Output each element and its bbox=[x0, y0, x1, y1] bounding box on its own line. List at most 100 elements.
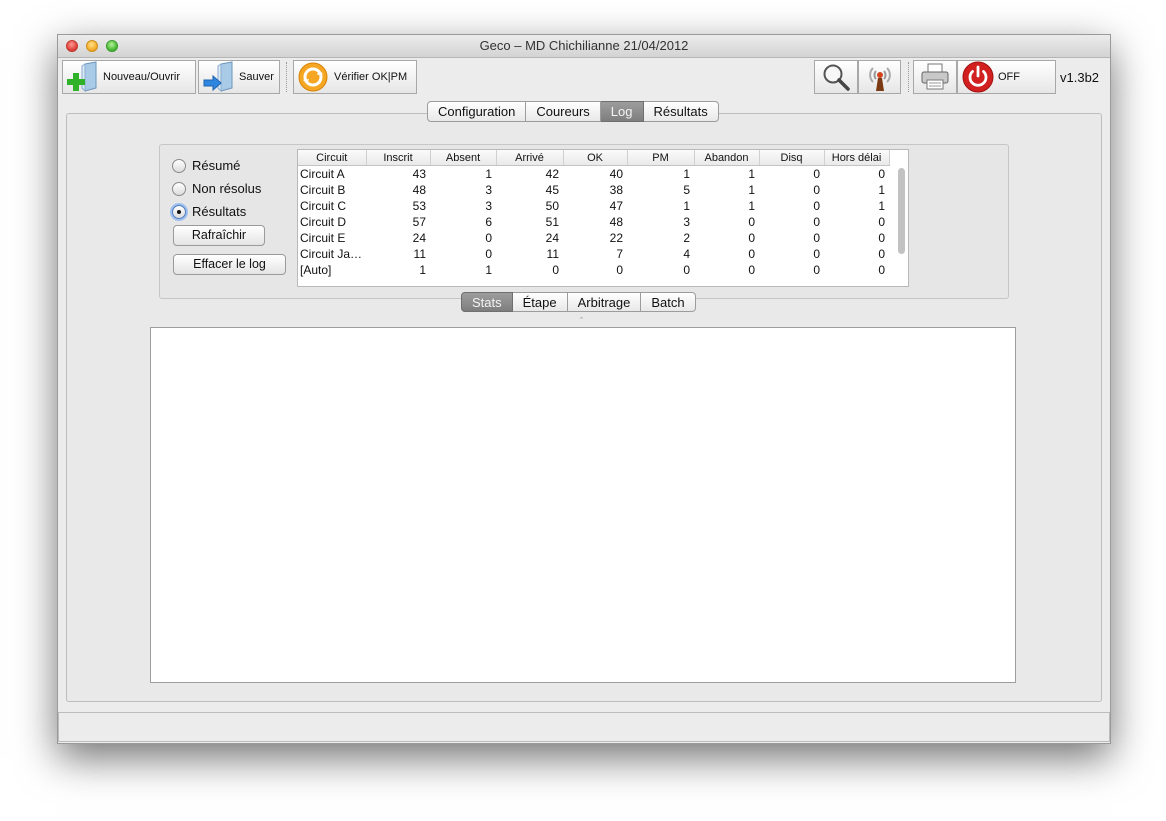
tab-configuration[interactable]: Configuration bbox=[427, 101, 527, 122]
radio-results[interactable]: Résultats bbox=[172, 204, 246, 219]
tab-results[interactable]: Résultats bbox=[643, 101, 719, 122]
table-cell: 0 bbox=[616, 263, 624, 277]
verify-button[interactable]: Vérifier OK|PM bbox=[293, 60, 417, 94]
table-cell: 0 bbox=[813, 167, 821, 181]
tab-arbitration[interactable]: Arbitrage bbox=[567, 292, 642, 312]
table-cell: 1 bbox=[748, 167, 756, 181]
table-cell: 24 bbox=[412, 231, 427, 245]
verify-label: Vérifier OK|PM bbox=[334, 71, 408, 83]
radio-summary-label: Résumé bbox=[192, 158, 241, 173]
column-header[interactable]: Inscrit bbox=[366, 150, 431, 166]
table-row[interactable]: Circuit Ja… 11 0 11 7 4 0 0 0 bbox=[298, 246, 889, 262]
table-cell: 40 bbox=[609, 167, 624, 181]
column-header[interactable]: Arrivé bbox=[496, 150, 564, 166]
toolbar-separator bbox=[286, 62, 287, 92]
table-cell: 0 bbox=[485, 247, 493, 261]
clear-log-button[interactable]: Effacer le log bbox=[173, 254, 286, 275]
radio-unresolved-label: Non résolus bbox=[192, 181, 262, 196]
column-header[interactable]: Circuit bbox=[298, 150, 367, 166]
table-cell: 1 bbox=[485, 263, 493, 277]
column-header[interactable]: PM bbox=[627, 150, 695, 166]
column-header[interactable]: Absent bbox=[430, 150, 497, 166]
table-cell: 0 bbox=[878, 215, 886, 229]
table-cell: 0 bbox=[748, 263, 756, 277]
table-cell: 53 bbox=[412, 199, 427, 213]
radio-button[interactable] bbox=[172, 158, 186, 173]
save-document-icon bbox=[203, 61, 233, 93]
tab-stage[interactable]: Étape bbox=[512, 292, 568, 312]
table-cell: 2 bbox=[683, 231, 691, 245]
column-header[interactable]: Abandon bbox=[694, 150, 760, 166]
table-cell: 0 bbox=[552, 263, 560, 277]
tab-log[interactable]: Log bbox=[600, 101, 644, 122]
toolbar: Nouveau/Ouvrir Sauver Vérifier OK|PM OFF… bbox=[58, 58, 1110, 98]
table-cell: 0 bbox=[813, 215, 821, 229]
table-cell: 48 bbox=[609, 215, 624, 229]
table-cell: 48 bbox=[412, 183, 427, 197]
refresh-button[interactable]: Rafraîchir bbox=[173, 225, 265, 246]
printer-icon bbox=[921, 63, 949, 90]
log-text-area[interactable] bbox=[150, 327, 1016, 683]
table-cell: 1 bbox=[683, 167, 691, 181]
table-cell: 42 bbox=[545, 167, 560, 181]
power-toggle-button[interactable]: OFF bbox=[957, 60, 1056, 94]
radio-button[interactable] bbox=[172, 181, 186, 196]
table-cell: 0 bbox=[813, 263, 821, 277]
tab-runners[interactable]: Coureurs bbox=[526, 101, 601, 122]
stats-table: Circuit Inscrit Absent Arrivé OK PM Abandon Dis… bbox=[298, 150, 890, 278]
print-button[interactable] bbox=[913, 60, 957, 94]
table-scrollbar[interactable] bbox=[898, 168, 905, 254]
column-header[interactable]: OK bbox=[563, 150, 628, 166]
window-title: Geco – MD Chichilianne 21/04/2012 bbox=[479, 38, 689, 53]
table-cell: 7 bbox=[616, 247, 624, 261]
table-row[interactable]: Circuit C 53 3 50 47 1 1 0 1 bbox=[298, 198, 889, 214]
column-header[interactable]: Disq bbox=[759, 150, 825, 166]
table-cell: 3 bbox=[485, 183, 493, 197]
table-cell: 1 bbox=[419, 263, 427, 277]
table-cell: 0 bbox=[813, 199, 821, 213]
circuit-name-cell: Circuit Ja… bbox=[300, 247, 363, 261]
table-cell: 11 bbox=[546, 247, 560, 261]
stats-table-container[interactable]: Circuit Inscrit Absent Arrivé OK PM Abandon Dis… bbox=[297, 149, 909, 287]
table-cell: 0 bbox=[748, 215, 756, 229]
table-cell: 0 bbox=[813, 231, 821, 245]
tab-stats[interactable]: Stats bbox=[461, 292, 513, 312]
circuit-name-cell: Circuit C bbox=[300, 199, 347, 213]
circuit-name-cell: Circuit D bbox=[300, 215, 347, 229]
circuit-name-cell: Circuit B bbox=[300, 183, 346, 197]
table-cell: 0 bbox=[813, 183, 821, 197]
split-pane-grip[interactable]: ˆ bbox=[580, 316, 583, 326]
table-cell: 45 bbox=[545, 183, 560, 197]
table-cell: 1 bbox=[748, 183, 756, 197]
save-button[interactable]: Sauver bbox=[198, 60, 280, 94]
power-label: OFF bbox=[998, 71, 1020, 83]
station-button[interactable] bbox=[858, 60, 901, 94]
table-row[interactable]: Circuit D 57 6 51 48 3 0 0 0 bbox=[298, 214, 889, 230]
table-row[interactable]: Circuit B 48 3 45 38 5 1 0 1 bbox=[298, 182, 889, 198]
main-tab-bar: Configuration Coureurs Log Résultats bbox=[427, 101, 719, 122]
column-header[interactable]: Hors délai bbox=[824, 150, 890, 166]
table-cell: 0 bbox=[878, 231, 886, 245]
table-cell: 0 bbox=[878, 263, 886, 277]
toolbar-separator bbox=[908, 62, 909, 92]
sub-tab-bar: Stats Étape Arbitrage Batch bbox=[461, 292, 696, 312]
radio-button-checked[interactable] bbox=[172, 204, 186, 219]
app-window: Geco – MD Chichilianne 21/04/2012 Nouvea… bbox=[57, 34, 1111, 744]
table-cell: 0 bbox=[878, 247, 886, 261]
table-cell: 51 bbox=[545, 215, 560, 229]
power-icon bbox=[962, 61, 994, 93]
circuit-name-cell: Circuit A bbox=[300, 167, 345, 181]
table-row[interactable]: [Auto] 1 1 0 0 0 0 0 0 bbox=[298, 262, 889, 278]
new-open-button[interactable]: Nouveau/Ouvrir bbox=[62, 60, 196, 94]
table-cell: 0 bbox=[748, 231, 756, 245]
version-label: v1.3b2 bbox=[1060, 70, 1100, 85]
search-button[interactable] bbox=[814, 60, 858, 94]
table-row[interactable]: Circuit E 24 0 24 22 2 0 0 0 bbox=[298, 230, 889, 246]
radio-summary[interactable]: Résumé bbox=[172, 158, 240, 173]
circuit-name-cell: Circuit E bbox=[300, 231, 346, 245]
antenna-icon bbox=[868, 67, 891, 91]
table-cell: 0 bbox=[748, 247, 756, 261]
table-row[interactable]: Circuit A 43 1 42 40 1 1 0 0 bbox=[298, 166, 889, 183]
tab-batch[interactable]: Batch bbox=[641, 292, 696, 312]
radio-unresolved[interactable]: Non résolus bbox=[172, 181, 261, 196]
